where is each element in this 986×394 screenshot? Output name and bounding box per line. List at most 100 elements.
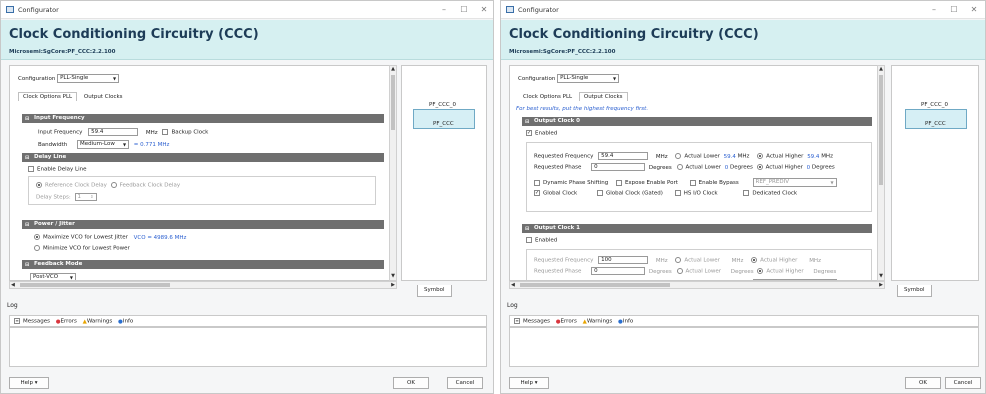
log-area[interactable] [509,327,979,367]
scroll-thumb[interactable] [20,283,170,287]
log-filter-warnings[interactable]: Warnings [87,319,112,325]
close-icon[interactable]: ✕ [965,4,983,16]
log-filter-errors[interactable]: Errors [61,319,77,325]
actual-lower-radio-0[interactable] [675,153,682,159]
ok-button[interactable]: OK [393,377,429,389]
chevron-down-icon: ▼ [69,275,73,280]
expose-enable-label: Expose Enable Port [624,180,678,186]
log-filter-errors[interactable]: Errors [561,319,577,325]
dedicated-label: Dedicated Clock [752,190,798,197]
cancel-button[interactable]: Cancel [447,377,483,389]
bandwidth-select[interactable]: Medium-Low ▼ [77,140,130,149]
phase-higher-radio-1[interactable] [757,268,764,274]
scroll-thumb[interactable] [391,75,395,130]
scroll-thumb[interactable] [879,75,883,185]
section-title: Output Clock 0 [534,118,580,124]
req-freq-label: Requested Frequency [534,153,594,160]
feedback-mode-select[interactable]: Post-VCO ▼ [30,273,76,280]
log-area[interactable] [9,327,487,367]
tab-output-clocks[interactable]: Output Clocks [578,92,628,101]
log-filter-info[interactable]: Info [123,319,133,325]
horizontal-scrollbar[interactable]: ◀ ▶ [9,281,397,289]
feedback-clock-delay-radio[interactable] [110,182,117,188]
reference-clock-delay-radio[interactable] [36,182,42,188]
log-filter-info[interactable]: Info [623,319,633,325]
scroll-left-icon[interactable]: ◀ [511,282,515,288]
configuration-select[interactable]: PLL-Single ▼ [557,74,620,83]
log-filter-messages[interactable]: Messages [23,319,50,325]
section-delay-line[interactable]: ⊟ Delay Line [22,153,384,162]
help-button[interactable]: Help ▾ [509,377,549,389]
phase-lower-radio-0[interactable] [676,164,683,170]
tab-clock-options-pll[interactable]: Clock Options PLL [518,92,577,102]
minimize-icon[interactable]: – [925,4,943,16]
input-frequency-field[interactable]: 59.4 [88,128,139,136]
tab-output-clocks[interactable]: Output Clocks [79,92,128,102]
symbol-panel [891,65,979,281]
dedicated-checkbox-0[interactable] [743,190,750,196]
actual-lower-radio-1[interactable] [675,257,682,263]
phase-lower-radio-1[interactable] [676,268,683,274]
req-freq-field-1[interactable]: 100 [598,256,649,264]
tab-clock-options-pll[interactable]: Clock Options PLL [18,92,78,101]
section-output-clock-0[interactable]: ⊟ Output Clock 0 [522,117,872,126]
enabled-checkbox-0[interactable]: ✓ [526,130,532,136]
title-bar: Configurator – ☐ ✕ [501,1,985,19]
enable-delay-checkbox[interactable] [28,166,34,172]
section-output-clock-1[interactable]: ⊟ Output Clock 1 [522,224,872,233]
header-banner: Clock Conditioning Circuitry (CCC) Micro… [501,20,985,60]
req-phase-field-1[interactable]: 0 [591,267,646,275]
scroll-left-icon[interactable]: ◀ [11,282,15,288]
phase-higher-radio-0[interactable] [756,164,763,170]
actual-higher-radio-0[interactable] [757,153,764,159]
tab-symbol[interactable]: Symbol [897,285,932,297]
section-power-jitter[interactable]: ⊟ Power / Jitter [22,220,384,229]
global-clock-checkbox-0[interactable]: ✓ [534,190,540,196]
close-icon[interactable]: ✕ [475,4,493,16]
log-filter-warnings[interactable]: Warnings [587,319,612,325]
help-button[interactable]: Help ▾ [9,377,49,389]
scroll-right-icon[interactable]: ▶ [879,282,883,288]
scroll-down-icon[interactable]: ▼ [390,273,396,280]
tab-symbol[interactable]: Symbol [417,285,452,297]
vertical-scrollbar[interactable]: ▲ ▼ [389,65,397,281]
ref-prediv-select-0[interactable]: REF_PREDIV ▼ [752,178,837,187]
req-phase-field-0[interactable]: 0 [591,163,646,171]
configuration-select[interactable]: PLL-Single ▼ [57,74,120,83]
log-filter-messages[interactable]: Messages [523,319,550,325]
scroll-thumb[interactable] [520,283,670,287]
delay-steps-field[interactable]: 1 ⇕ [74,193,97,201]
maximize-icon[interactable]: ☐ [945,4,963,16]
expose-enable-checkbox-0[interactable] [615,179,622,186]
section-input-frequency[interactable]: ⊟ Input Frequency [22,114,384,123]
configuration-row: Configuration PLL-Single ▼ [18,74,120,83]
backup-clock-checkbox[interactable] [162,129,169,135]
ok-button[interactable]: OK [905,377,941,389]
dynamic-phase-checkbox-0[interactable] [534,179,540,186]
phase-higher-value-0: 0 [806,164,811,171]
scroll-down-icon[interactable]: ▼ [878,273,884,280]
maximize-vco-radio[interactable] [34,234,40,240]
bandwidth-value: Medium-Low [80,141,115,147]
enabled-checkbox-1[interactable] [526,237,532,243]
maximize-icon[interactable]: ☐ [455,4,473,16]
messages-icon[interactable]: ≡ [14,318,20,324]
symbol-component-name: PF_CCC [925,121,946,127]
scroll-up-icon[interactable]: ▲ [878,66,884,73]
global-gated-checkbox-0[interactable] [597,190,603,196]
hs-io-checkbox-0[interactable] [674,190,681,196]
horizontal-scrollbar[interactable]: ◀ ▶ [509,281,885,289]
dynamic-phase-label: Dynamic Phase Shifting [543,180,609,186]
cancel-button[interactable]: Cancel [945,377,981,389]
scroll-right-icon[interactable]: ▶ [391,282,395,288]
actual-higher-radio-1[interactable] [751,257,758,263]
collapse-icon: ⊟ [525,119,530,125]
req-freq-field-0[interactable]: 59.4 [598,152,649,160]
minimize-icon[interactable]: – [435,4,453,16]
section-feedback-mode[interactable]: ⊟ Feedback Mode [22,260,384,269]
messages-icon[interactable]: ≡ [514,318,520,324]
vertical-scrollbar[interactable]: ▲ ▼ [877,65,885,281]
minimize-vco-radio[interactable] [34,245,40,251]
enable-bypass-checkbox-0[interactable] [689,179,696,186]
scroll-up-icon[interactable]: ▲ [390,66,396,73]
